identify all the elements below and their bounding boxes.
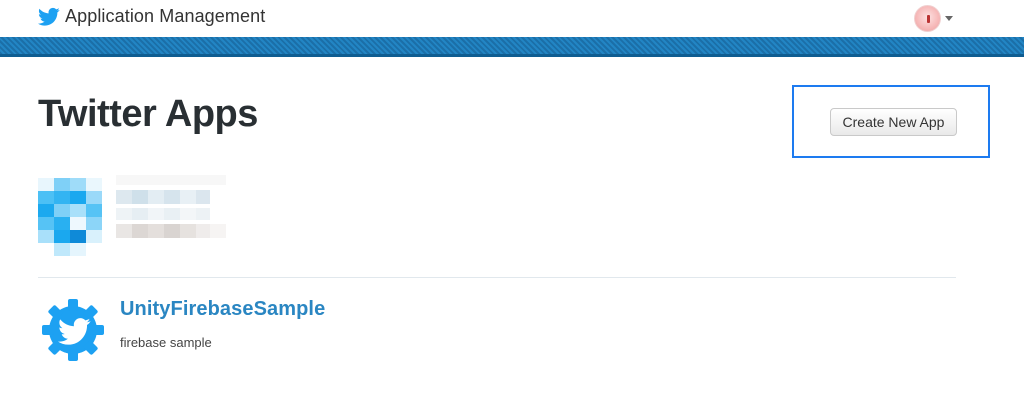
user-avatar[interactable] <box>914 5 941 32</box>
app-description: firebase sample <box>120 335 212 350</box>
chevron-down-icon[interactable] <box>945 16 953 21</box>
app-gear-icon[interactable] <box>40 297 106 363</box>
pixelated-user-info <box>116 175 226 243</box>
user-menu[interactable] <box>914 5 953 32</box>
brand[interactable]: Application Management <box>38 6 265 27</box>
header-banner-stripe <box>0 37 1024 57</box>
app-name-link[interactable]: UnityFirebaseSample <box>120 298 325 321</box>
page-title: Twitter Apps <box>38 93 258 135</box>
app-list-item[interactable]: UnityFirebaseSample firebase sample <box>38 292 956 372</box>
divider <box>38 277 956 278</box>
create-new-app-button[interactable]: Create New App <box>830 108 957 136</box>
app-title: Application Management <box>65 6 266 26</box>
pixelated-avatar-image <box>38 178 102 256</box>
twitter-bird-icon <box>38 7 60 26</box>
top-navigation-bar: Application Management <box>0 0 1024 37</box>
